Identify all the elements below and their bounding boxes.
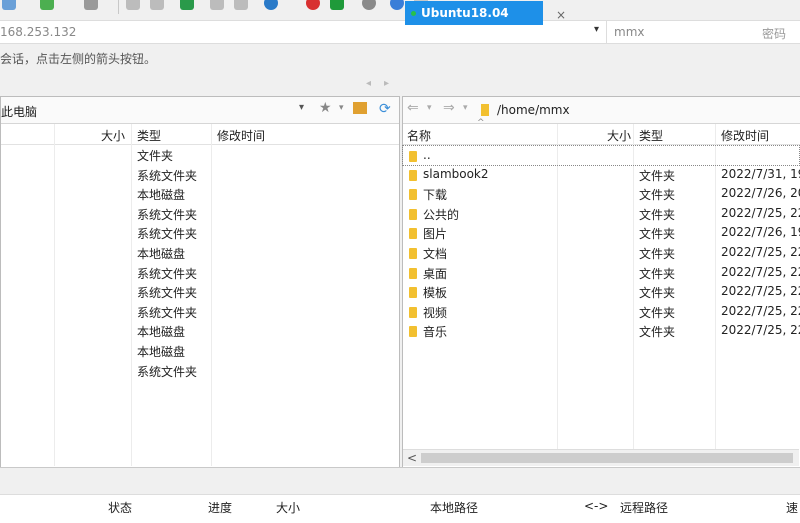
tab-label: Ubuntu18.04 <box>421 6 509 20</box>
list-item[interactable]: 模板 文件夹 2022/7/25, 22 <box>403 282 800 301</box>
list-item[interactable]: 本地磁盘 <box>1 321 399 340</box>
col-progress[interactable]: 进度 <box>208 499 232 516</box>
col-speed[interactable]: 速 <box>786 499 798 516</box>
list-item[interactable]: 公共的 文件夹 2022/7/25, 22 <box>403 204 800 223</box>
col-size[interactable]: 大小 <box>607 127 631 144</box>
col-remote-path[interactable]: 远程路径 <box>620 499 668 516</box>
green-icon[interactable] <box>330 0 344 10</box>
address-bar: 168.253.132 ▾ mmx 密码 <box>0 20 800 44</box>
scroll-left-icon[interactable]: < <box>407 451 417 465</box>
scrollbar-thumb[interactable] <box>421 453 793 463</box>
list-item[interactable]: slambook2 文件夹 2022/7/31, 19 <box>403 165 800 184</box>
sync-icon[interactable] <box>180 0 194 10</box>
col-size[interactable]: 大小 <box>276 499 300 516</box>
divider <box>606 21 607 43</box>
list-item[interactable]: 系统文件夹 <box>1 204 399 223</box>
user-input[interactable]: mmx <box>614 25 644 39</box>
toolbar <box>0 0 800 18</box>
doc2-icon[interactable] <box>234 0 248 10</box>
copy-icon[interactable] <box>126 0 140 10</box>
doc-icon[interactable] <box>210 0 224 10</box>
list-item[interactable]: 本地磁盘 <box>1 243 399 262</box>
list-item[interactable]: 桌面 文件夹 2022/7/25, 22 <box>403 263 800 282</box>
refresh-icon[interactable]: ⟳ <box>379 101 391 117</box>
col-type[interactable]: 类型 <box>639 127 663 144</box>
tab-close-icon[interactable]: × <box>556 9 568 21</box>
folder-icon <box>409 326 417 337</box>
folder-icon <box>409 268 417 279</box>
folder-icon <box>409 248 417 259</box>
folder-icon <box>481 104 489 116</box>
user-dropdown-icon[interactable]: ▾ <box>594 24 599 35</box>
password-input[interactable]: 密码 <box>762 25 786 42</box>
list-item[interactable]: 系统文件夹 <box>1 282 399 301</box>
sort-up-icon: ^ <box>477 118 485 128</box>
globe-icon[interactable] <box>264 0 278 10</box>
path-dropdown-icon[interactable]: ▾ <box>299 102 304 113</box>
list-item[interactable]: 本地磁盘 <box>1 184 399 203</box>
list-item[interactable]: 音乐 文件夹 2022/7/25, 22 <box>403 321 800 340</box>
tab-scroll-left-icon[interactable]: ◂ <box>366 78 371 89</box>
remote-path-bar: ⇐ ▾ ⇒ ▾ /home/mmx <box>403 97 800 124</box>
hint-text: 会话，点击左侧的箭头按钮。 <box>0 52 157 66</box>
red-icon[interactable] <box>306 0 320 10</box>
folder-icon <box>409 307 417 318</box>
tab-ubuntu[interactable]: Ubuntu18.04 <box>405 1 543 25</box>
host-input[interactable]: 168.253.132 <box>0 25 76 39</box>
list-item[interactable]: 本地磁盘 <box>1 341 399 360</box>
folder-icon <box>409 151 417 162</box>
col-modified[interactable]: 修改时间 <box>721 127 769 144</box>
help-icon[interactable] <box>390 0 404 10</box>
folder-icon <box>409 287 417 298</box>
col-size[interactable]: 大小 <box>101 127 125 144</box>
forward-icon[interactable]: ⇒ <box>443 100 455 116</box>
local-path[interactable]: 此电脑 <box>1 103 37 120</box>
list-item[interactable]: 图片 文件夹 2022/7/26, 19 <box>403 223 800 242</box>
parent-directory-row[interactable]: .. <box>402 145 800 166</box>
connected-dot-icon <box>411 11 416 16</box>
tab-scroll-right-icon[interactable]: ▸ <box>384 78 389 89</box>
folder-icon <box>409 189 417 200</box>
local-path-bar: 此电脑 ▾ ★ ▾ ⟳ <box>1 97 399 124</box>
back-dropdown-icon[interactable]: ▾ <box>427 103 432 113</box>
settings-icon[interactable] <box>362 0 376 10</box>
col-modified[interactable]: 修改时间 <box>217 127 265 144</box>
list-item[interactable]: 系统文件夹 <box>1 165 399 184</box>
folder-icon <box>409 209 417 220</box>
list-item[interactable]: 系统文件夹 <box>1 302 399 321</box>
remote-path[interactable]: /home/mmx <box>497 103 570 117</box>
col-status[interactable]: 状态 <box>108 499 132 516</box>
remote-pane: ⇐ ▾ ⇒ ▾ /home/mmx 名称 ^ 大小 类型 修改时间 .. sla… <box>402 96 800 468</box>
transfer-queue-header: 状态 进度 大小 本地路径 <-> 远程路径 速 <box>0 494 800 518</box>
folder-icon <box>409 228 417 239</box>
connect-icon[interactable] <box>40 0 54 10</box>
list-item[interactable]: 系统文件夹 <box>1 223 399 242</box>
paste-icon[interactable] <box>150 0 164 10</box>
list-item[interactable]: 系统文件夹 <box>1 361 399 380</box>
remote-column-header: 名称 ^ 大小 类型 修改时间 <box>403 118 800 145</box>
col-type[interactable]: 类型 <box>137 127 161 144</box>
transfer-icon[interactable] <box>84 0 98 10</box>
col-name[interactable]: 名称 <box>407 127 431 144</box>
col-direction[interactable]: <-> <box>584 499 608 513</box>
list-item[interactable]: 系统文件夹 <box>1 263 399 282</box>
list-item[interactable]: 文档 文件夹 2022/7/25, 22 <box>403 243 800 262</box>
new-session-icon[interactable] <box>2 0 16 10</box>
col-local-path[interactable]: 本地路径 <box>430 499 478 516</box>
folder-up-icon[interactable] <box>353 102 367 114</box>
horizontal-scrollbar[interactable]: < <box>403 449 799 466</box>
status-area <box>0 467 800 494</box>
folder-icon <box>409 170 417 181</box>
local-pane: 此电脑 ▾ ★ ▾ ⟳ 大小 类型 修改时间 文件夹 系统文件夹 本地磁盘 系统… <box>0 96 400 468</box>
forward-dropdown-icon[interactable]: ▾ <box>463 103 468 113</box>
favorite-dropdown-icon[interactable]: ▾ <box>339 103 344 113</box>
list-item[interactable]: 下载 文件夹 2022/7/26, 20 <box>403 184 800 203</box>
list-item[interactable]: 文件夹 <box>1 145 399 164</box>
local-column-header: 大小 类型 修改时间 <box>1 124 399 145</box>
favorite-star-icon[interactable]: ★ <box>319 100 332 116</box>
transfer-queue-list <box>0 517 800 523</box>
list-item[interactable]: 视频 文件夹 2022/7/25, 22 <box>403 302 800 321</box>
back-icon[interactable]: ⇐ <box>407 100 419 116</box>
